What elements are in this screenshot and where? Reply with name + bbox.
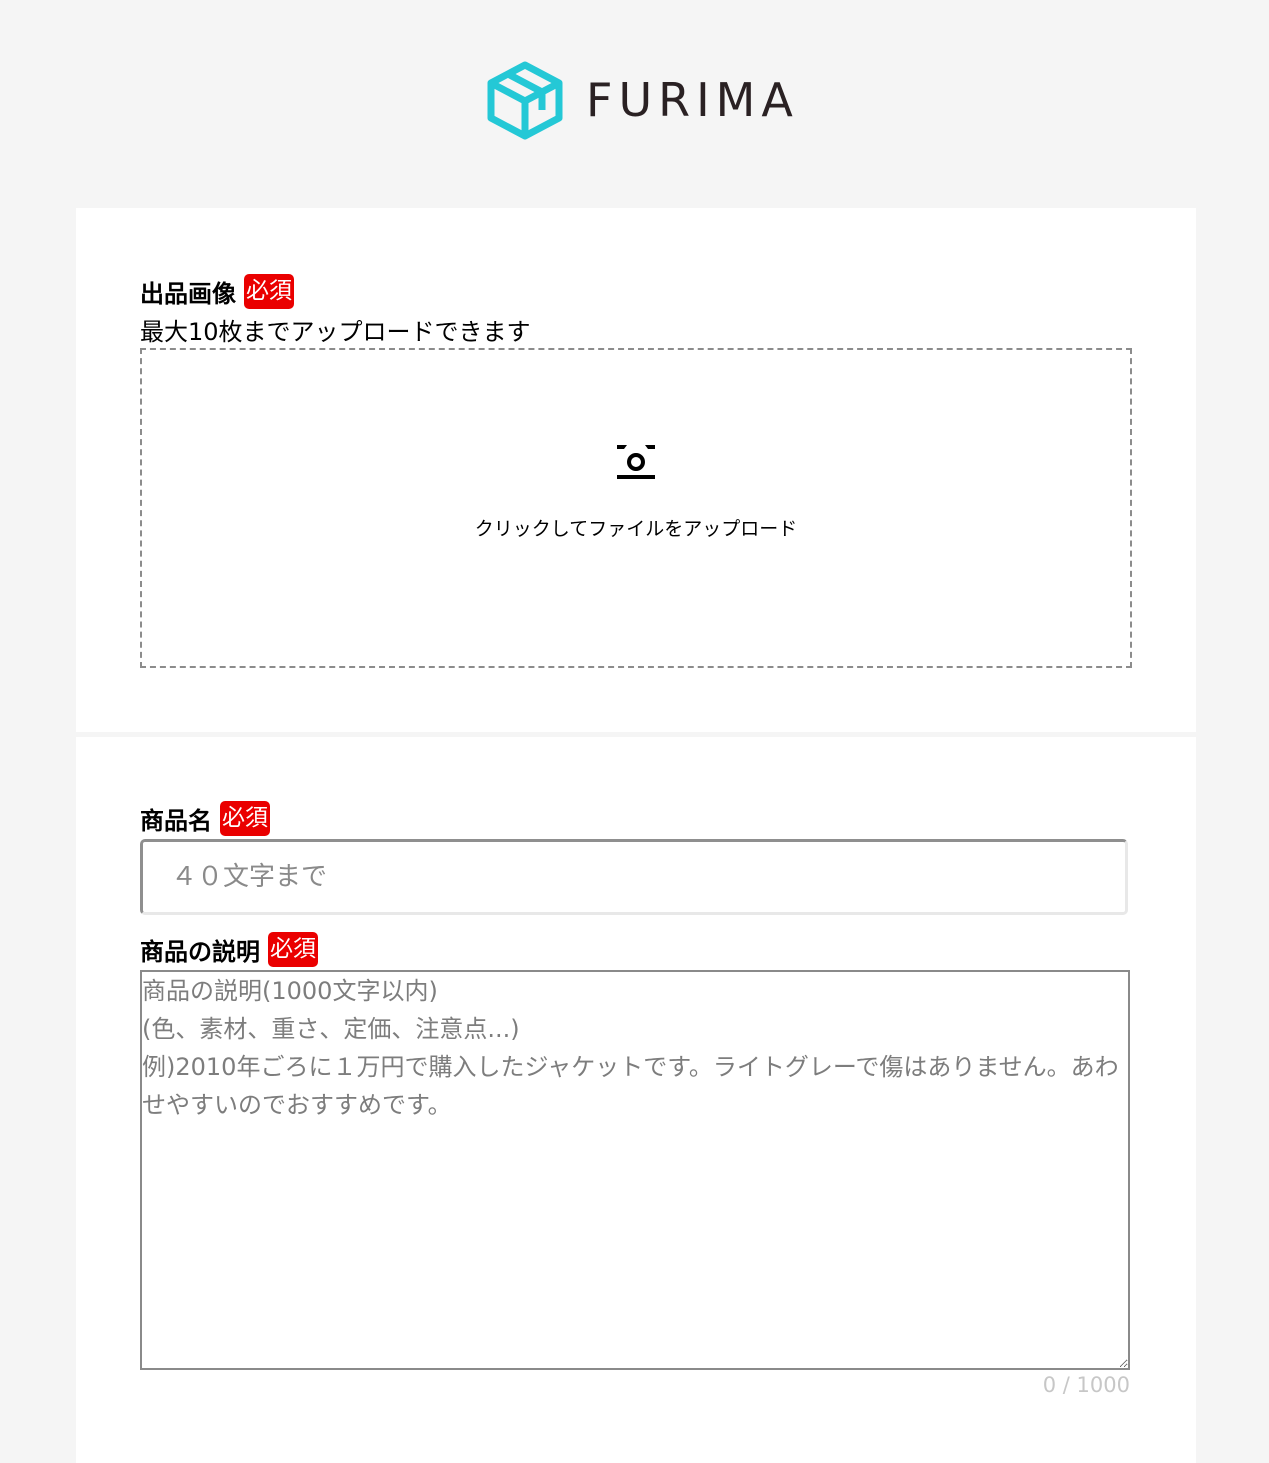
item-name-label-row: 商品名 必須 xyxy=(140,801,270,836)
site-header: FURIMA xyxy=(0,0,1269,208)
camera-icon xyxy=(617,445,655,479)
item-name-label: 商品名 xyxy=(140,807,212,835)
item-description-textarea[interactable] xyxy=(140,970,1130,1370)
character-counter: 0 / 1000 xyxy=(1042,1373,1130,1397)
image-dropzone[interactable]: クリックしてファイルをアップロード xyxy=(140,348,1132,668)
image-label-row: 出品画像 必須 xyxy=(140,274,294,309)
dropzone-text: クリックしてファイルをアップロード xyxy=(474,518,798,540)
logo-wordmark: FURIMA xyxy=(586,73,799,127)
item-description-label-row: 商品の説明 必須 xyxy=(140,932,318,967)
image-label: 出品画像 xyxy=(140,280,236,308)
required-badge: 必須 xyxy=(220,801,270,836)
required-badge: 必須 xyxy=(244,274,294,309)
image-upload-section: 出品画像 必須 最大10枚までアップロードできます クリックしてファイルをアップ… xyxy=(76,208,1196,732)
box-logo-icon xyxy=(487,61,563,140)
required-badge: 必須 xyxy=(268,932,318,967)
furima-logo-link[interactable]: FURIMA xyxy=(486,60,799,140)
upload-limit-note: 最大10枚までアップロードできます xyxy=(140,318,531,346)
item-description-label: 商品の説明 xyxy=(140,938,260,966)
item-info-section: 商品名 必須 商品の説明 必須 0 / 1000 xyxy=(76,737,1196,1463)
item-name-input[interactable] xyxy=(140,839,1128,915)
